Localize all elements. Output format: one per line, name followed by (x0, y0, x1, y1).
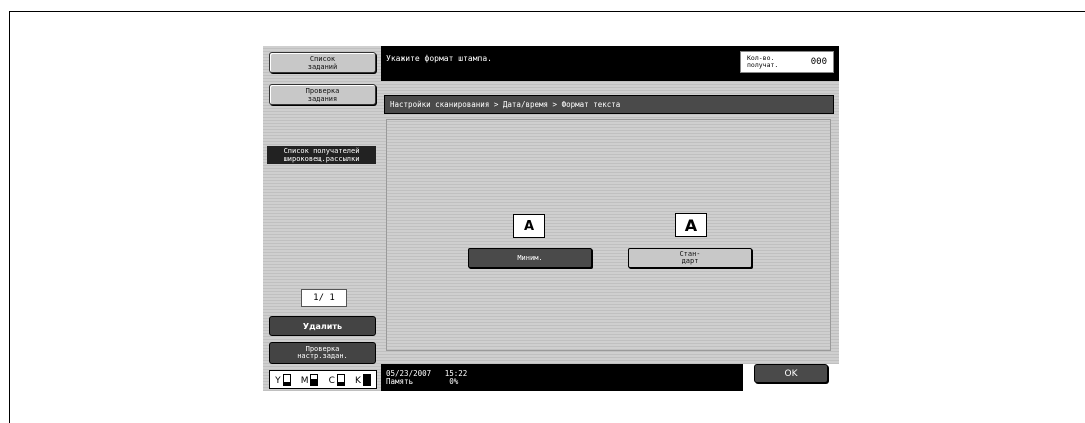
device-panel: Список заданий Проверка задания Список п… (263, 46, 839, 391)
ok-button[interactable]: OK (754, 364, 828, 383)
page-indicator: 1/ 1 (301, 289, 347, 307)
breadcrumb: Настройки сканирования > Дата/время > Фо… (384, 95, 834, 114)
broadcast-list-header: Список получателей широковещ.рассылки (267, 146, 376, 164)
message-bar: Укажите формат штампа. Кол-во. получат. … (381, 46, 839, 81)
standard-button[interactable]: Стан- дарт (628, 248, 752, 268)
toner-c-label: C (328, 375, 335, 386)
toner-y-bar (282, 373, 291, 386)
recipients-label: Кол-во. получат. (747, 54, 779, 69)
toner-y-label: Y (275, 375, 281, 386)
status-bar: 05/23/2007 15:22 Память 0% (381, 364, 743, 391)
toner-k-label: K (355, 375, 361, 386)
memory-status: Память 0% (386, 377, 459, 386)
toner-levels: Y M C K (269, 370, 377, 389)
job-check-button[interactable]: Проверка задания (269, 84, 376, 105)
toner-c: C (328, 373, 345, 386)
standard-sample-glyph: A (675, 213, 707, 237)
toner-k-bar (362, 373, 371, 386)
toner-m-label: M (300, 375, 309, 386)
toner-k: K (355, 373, 371, 386)
instruction-message: Укажите формат штампа. (386, 54, 492, 63)
minimum-sample-glyph: A (513, 214, 545, 238)
sidebar: Список заданий Проверка задания Список п… (263, 46, 381, 391)
recipients-counter: Кол-во. получат. 000 (740, 51, 834, 73)
minimum-button[interactable]: Миним. (468, 248, 592, 268)
recipients-count: 000 (810, 57, 827, 67)
toner-y: Y (275, 373, 291, 386)
job-check-label: Проверка задания (305, 86, 340, 103)
content-area: A A Миним. Стан- дарт (386, 119, 831, 351)
job-list-label: Список заданий (307, 54, 338, 71)
toner-m-bar (310, 373, 319, 386)
job-list-button[interactable]: Список заданий (269, 52, 376, 73)
toner-c-bar (336, 373, 345, 386)
toner-m: M (300, 373, 319, 386)
check-settings-button[interactable]: Проверка настр.задан. (269, 342, 376, 364)
delete-button[interactable]: Удалить (269, 316, 376, 336)
